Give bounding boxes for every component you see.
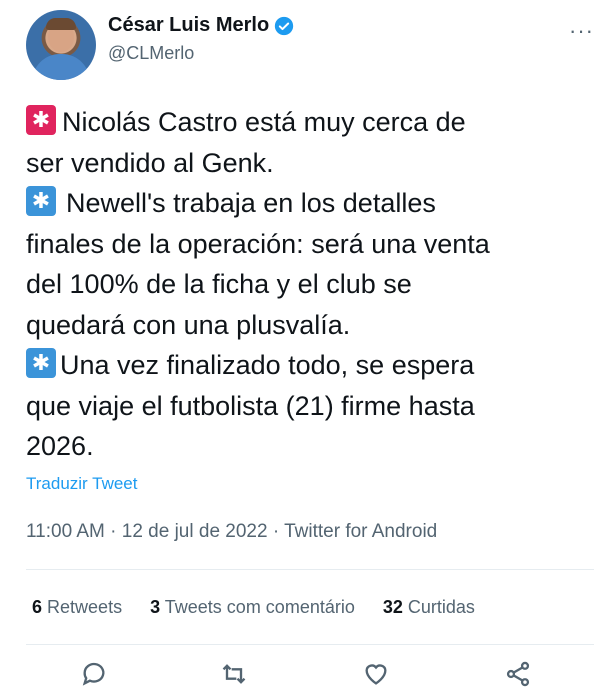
asterisk-emoji: [26, 348, 56, 378]
translate-tweet-link[interactable]: Traduzir Tweet: [26, 474, 138, 494]
tweet-line: del 100% de la ficha y el club se: [26, 269, 412, 299]
handle[interactable]: @CLMerlo: [108, 43, 294, 64]
asterisk-emoji: [26, 186, 56, 216]
display-name[interactable]: César Luis Merlo: [108, 14, 269, 37]
verified-badge-icon: [275, 16, 294, 35]
tweet-header: César Luis Merlo @CLMerlo ···: [26, 10, 594, 82]
action-bar: [0, 660, 614, 694]
rotating-light-emoji: [26, 105, 56, 135]
avatar[interactable]: [26, 10, 96, 80]
likes-stat[interactable]: 32 Curtidas: [383, 597, 475, 618]
tweet-stats: 6 Retweets 3 Tweets com comentário 32 Cu…: [32, 597, 475, 618]
divider: [26, 569, 594, 570]
tweet-line: Una vez finalizado todo, se espera: [26, 345, 596, 386]
divider: [26, 644, 594, 645]
retweets-stat[interactable]: 6 Retweets: [32, 597, 122, 618]
retweet-button[interactable]: [220, 660, 254, 694]
tweet-meta: 11:00 AM · 12 de jul de 2022 · Twitter f…: [26, 521, 438, 542]
share-button[interactable]: [504, 660, 538, 694]
tweet-source: Twitter for Android: [284, 521, 438, 542]
tweet-line: ser vendido al Genk.: [26, 147, 274, 178]
tweet-line: finales de la operación: será una venta: [26, 228, 490, 259]
share-icon: [506, 661, 530, 687]
tweet-line: que viaje el futbolista (21) firme hasta: [26, 390, 475, 421]
heart-icon: [365, 664, 387, 685]
tweet-line: 2026.: [26, 431, 94, 461]
tweet-line: Newell's trabaja en los detalles: [26, 183, 596, 224]
reply-button[interactable]: [80, 660, 114, 694]
like-button[interactable]: [362, 660, 396, 694]
author-block: César Luis Merlo @CLMerlo: [108, 14, 294, 64]
more-options-icon[interactable]: ···: [569, 18, 594, 44]
reply-icon: [82, 662, 105, 686]
tweet-time[interactable]: 11:00 AM: [26, 521, 105, 542]
tweet-date[interactable]: 12 de jul de 2022: [122, 521, 268, 542]
tweet-line: quedará con una plusvalía.: [26, 309, 351, 340]
tweet-line: Nicolás Castro está muy cerca de: [26, 102, 596, 143]
retweet-icon: [222, 664, 246, 684]
quote-tweets-stat[interactable]: 3 Tweets com comentário: [150, 597, 355, 618]
tweet-text: Nicolás Castro está muy cerca de ser ven…: [26, 102, 596, 467]
